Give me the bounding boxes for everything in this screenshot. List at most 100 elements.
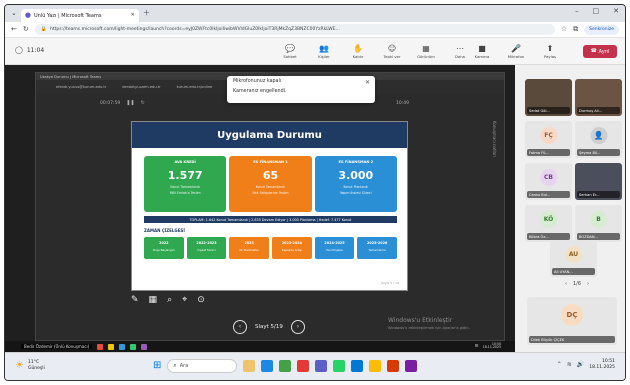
slide-counter: Slayt 5/19 [255,324,283,330]
teams-icon[interactable] [315,360,328,372]
meeting-tools: 💬 Sohbet 👥 Kişiler ✋ Kaldır ☺ Tepki ver … [275,41,475,63]
app-icon [119,343,126,350]
new-tab-icon[interactable]: ＋ [143,10,150,17]
powerpoint-icon[interactable] [387,360,400,372]
whatsapp-icon[interactable] [333,360,346,372]
bookmark-star-icon[interactable]: ☆ [561,26,567,33]
camera-button[interactable]: ■ Kamera [467,41,497,63]
people-button[interactable]: 👥 Kişiler [309,41,339,63]
avatar: DÇ [561,304,583,326]
schedule-chip: 2023 İlk Teslimatlar [229,237,270,259]
self-view-tile[interactable]: DÇ Dilek Büyük ÇİÇEK [527,297,617,345]
notification-title: Mikrofonunuz kapalı [233,79,282,84]
windows-start-icon[interactable]: ⊞ [153,361,161,371]
participant-tile[interactable]: FÇ Fatma Fü... [525,121,572,158]
avatar: 👤 [590,127,607,144]
mic-button[interactable]: 🎤 Mikrofon [501,41,531,63]
presenter-timer: 00:07:59 ❚❚ ↻ [100,100,145,107]
file-explorer-icon[interactable] [243,360,256,372]
shield-icon: ◯ [15,46,23,54]
share-icon: ⬆ [546,44,554,53]
close-tab-icon[interactable]: ✕ [131,13,135,18]
next-slide-button[interactable]: › [290,320,305,334]
app-frame: ⌄ ● Ünlü Yazı | Microsoft Teams ✕ ＋ – □ … [4,4,626,381]
weather-widget[interactable]: ☀ 11°C Güneşli [15,360,45,372]
react-icon: ☺ [387,44,397,53]
chevron-up-icon[interactable]: ⌃ [557,361,562,368]
app-icon [108,343,115,350]
person-icon: 👤 [593,130,604,140]
search-icon: ⌕ [173,362,177,369]
profile-button[interactable]: Senkronize [584,24,619,35]
taskbar-apps: ⊞ ⌕ Ara [153,359,418,373]
status-card: ES FİNANSMAN 1 65 Konut Tamamlandı Hak S… [229,156,312,212]
leave-button[interactable]: ☎ Ayrıl [583,45,617,58]
schedule-chip: 2025-2026 Tamamlama [357,237,398,259]
grid-icon[interactable]: ▦ [149,296,158,305]
slide-navigation: ‹ Slayt 5/19 › [233,320,305,334]
chevron-right-icon[interactable]: › [587,281,589,287]
avatar: B [590,211,607,228]
slide-footer: Sayfa 5 / 19 [380,281,399,285]
previous-slide-button[interactable]: ‹ [233,320,247,334]
annotation-tools: ✎ ▦ ⌕ ⌖ ⊙ [131,296,205,305]
chat-icon: 💬 [285,44,295,53]
chevron-left-icon[interactable]: ‹ [565,281,567,287]
app-icon[interactable] [279,360,292,372]
participant-tile[interactable]: Durmuş Ali... [575,79,622,116]
back-icon[interactable]: ← [11,26,17,33]
taskbar-search[interactable]: ⌕ Ara [167,359,238,373]
pen-icon[interactable]: ✎ [131,296,139,305]
app-icon[interactable] [405,360,418,372]
raise-hand-button[interactable]: ✋ Kaldır [343,41,373,63]
outlook-icon[interactable] [351,360,364,372]
clock[interactable]: 10:51 18.11.2025 [589,359,615,371]
status-cards: AVA KREDİ 1.577 Konut Tamamlandı Milli E… [144,156,397,212]
windows-taskbar: ☀ 11°C Güneşli ⊞ ⌕ Ara ⌃ ≋ 🔊 10:51 18.11… [5,352,625,380]
close-icon[interactable]: ✕ [365,79,370,86]
participant-tile[interactable]: CB Cansu Bul... [525,163,572,200]
pointer-icon[interactable]: ⌖ [182,296,187,305]
app-icon[interactable] [297,360,310,372]
url-field[interactable]: 🔒 https://teams.microsoft.com/light-meet… [34,24,555,35]
wifi-icon: ≋ [474,342,479,349]
chat-button[interactable]: 💬 Sohbet [275,41,305,63]
reset-icon[interactable]: ↻ [141,101,145,106]
avatar: CB [540,169,557,186]
presenter-name: Bedir Özdemir (Ünlü Konuşmacı) [21,344,93,349]
pause-icon[interactable]: ❚❚ [126,101,134,106]
system-tray: ⌃ ≋ 🔊 10:51 18.11.2025 [557,359,615,371]
tab-list-icon[interactable]: ⌄ [11,10,17,17]
participant-tile[interactable]: B BOZDAN... [575,205,622,242]
status-card: ES FİNANSMAN 2 3.000 Konut Planlandı Yap… [314,156,397,212]
wifi-icon[interactable]: ≋ [567,361,572,368]
reload-icon[interactable]: ↻ [23,26,29,33]
participant-tile[interactable]: KÖ Kübra Öz... [525,205,572,242]
people-icon: 👥 [319,44,329,53]
chrome-icon[interactable] [369,360,382,372]
participant-tile[interactable]: Sedat Göl... [525,79,572,116]
volume-icon[interactable]: 🔊 [577,361,584,368]
window-controls: – □ ✕ [575,8,619,15]
view-button[interactable]: ▦ Görünüm [411,41,441,63]
browser-tab[interactable]: ● Ünlü Yazı | Microsoft Teams ✕ [20,9,139,22]
extensions-icon[interactable]: ⧉ [573,26,578,33]
schedule-chip: 2024-2025 Yeni Projeler [314,237,355,259]
participant-tile[interactable]: 👤 Şeyma Bil... [575,121,622,158]
activation-watermark: Windows'u Etkinleştir Windows'u etkinleş… [388,317,470,330]
phone-icon: ☎ [590,48,597,54]
edge-icon[interactable] [261,360,274,372]
notification-popup[interactable]: Mikrofonunuz kapalı Kameranız engellendi… [227,76,375,103]
participant-tile[interactable]: Serhan Er... [575,163,622,200]
media-tools: ■ Kamera 🎤 Mikrofon ⬆ Paylaş [467,41,565,63]
close-window-icon[interactable]: ✕ [613,8,619,15]
react-button[interactable]: ☺ Tepki ver [377,41,407,63]
participant-tile[interactable]: AU Ali UYAN... [550,240,597,277]
share-button[interactable]: ⬆ Paylaş [535,41,565,63]
maximize-icon[interactable]: □ [593,8,600,15]
minimize-icon[interactable]: – [575,8,579,15]
avatar: AU [565,246,582,263]
zoom-icon[interactable]: ⌕ [167,296,172,305]
teams-meeting-toolbar: ◯ 11:04 💬 Sohbet 👥 Kişiler ✋ Kaldır ☺ Te… [5,38,625,65]
more-options-icon[interactable]: ⊙ [197,296,205,305]
